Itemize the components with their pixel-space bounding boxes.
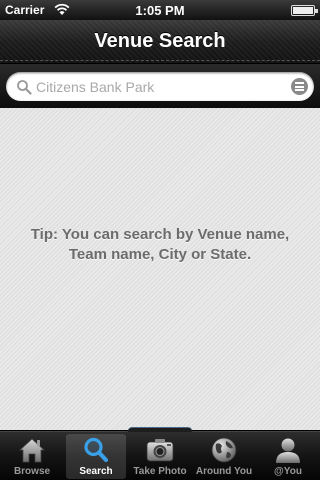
- globe-icon: [211, 437, 237, 463]
- tab-browse[interactable]: Browse: [2, 434, 62, 479]
- house-icon: [18, 438, 46, 463]
- tab-search[interactable]: Search: [66, 434, 126, 479]
- search-icon: [17, 80, 32, 95]
- search-input[interactable]: [36, 76, 286, 97]
- bookmarks-list-icon[interactable]: [291, 78, 308, 95]
- magnifier-icon: [84, 437, 109, 463]
- tab-label: Take Photo: [133, 466, 187, 477]
- nav-stitch-divider: [0, 60, 320, 61]
- search-tip: Tip: You can search by Venue name, Team …: [30, 226, 290, 263]
- tab-around-you[interactable]: Around You: [194, 434, 254, 479]
- tab-bar-handle: [128, 427, 192, 432]
- battery-icon: [291, 5, 318, 16]
- tab-bar: Browse Search Take Photo Around You @You: [0, 427, 320, 480]
- camera-icon: [146, 439, 174, 462]
- status-bar: Carrier 1:05 PM: [0, 0, 320, 20]
- tab-label: Search: [79, 466, 113, 477]
- page-title: Venue Search: [94, 30, 226, 52]
- tab-take-photo[interactable]: Take Photo: [130, 434, 190, 479]
- navigation-bar: Venue Search: [0, 20, 320, 64]
- search-bar: [0, 64, 320, 108]
- tab-at-you[interactable]: @You: [258, 434, 318, 479]
- results-area: Tip: You can search by Venue name, Team …: [0, 108, 320, 430]
- tab-label: Browse: [13, 466, 51, 477]
- tab-label: Around You: [195, 466, 253, 477]
- tab-label: @You: [274, 466, 302, 477]
- search-field[interactable]: [6, 72, 314, 101]
- clock: 1:05 PM: [135, 3, 185, 18]
- person-icon: [276, 438, 300, 463]
